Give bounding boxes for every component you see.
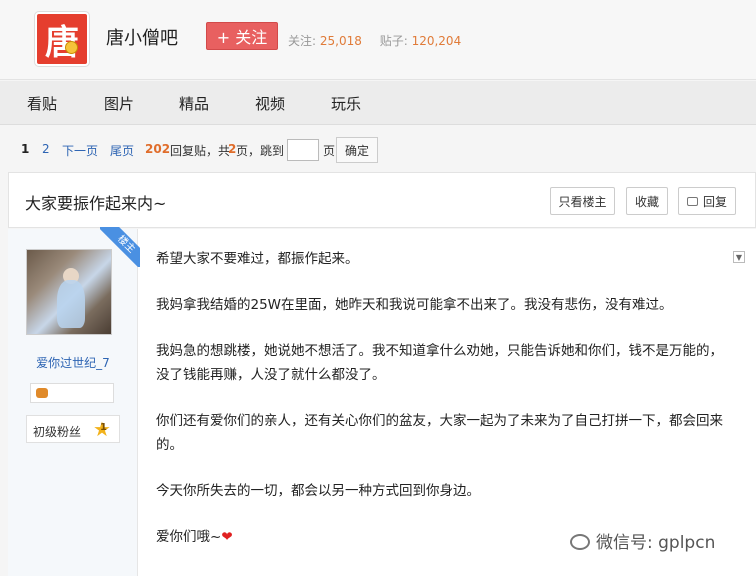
page-jump-input[interactable]: [287, 139, 319, 161]
next-page-link[interactable]: 下一页: [62, 142, 98, 159]
forum-header: 唐 唐小僧吧 + 关注 关注: 25,018 贴子: 120,204: [0, 0, 756, 80]
level-title: 初级粉丝: [33, 425, 82, 439]
post-content: 希望大家不要难过，都振作起来。 我妈拿我结婚的25W在里面，她昨天和我说可能拿不…: [156, 247, 736, 571]
post-paragraph: 今天你所失去的一切，都会以另一种方式回到你身边。: [156, 483, 480, 499]
confirm-button[interactable]: 确定: [336, 137, 378, 163]
forum-stats: 关注: 25,018 贴子: 120,204: [288, 32, 475, 49]
reply-icon: [686, 196, 698, 206]
follow-button[interactable]: + 关注: [206, 22, 278, 50]
forum-name[interactable]: 唐小僧吧: [106, 24, 178, 50]
follow-count-label: 关注:: [288, 34, 317, 48]
page-link-2[interactable]: 2: [42, 142, 50, 156]
nav-tab-fun[interactable]: 玩乐: [331, 93, 361, 114]
avatar-figure: [57, 280, 85, 328]
favorite-button[interactable]: 收藏: [626, 187, 668, 215]
coin-icon: [65, 41, 78, 54]
reply-label: 回复: [702, 194, 727, 209]
level-number: 1: [100, 422, 107, 433]
nav-tab-posts[interactable]: 看贴: [27, 93, 57, 114]
thread-title-bar: 大家要振作起来内~ 只看楼主 收藏 回复: [8, 172, 756, 228]
post-paragraph: 你们还有爱你们的亲人，还有关心你们的盆友，大家一起为了未来为了自己打拼一下，都会…: [156, 413, 723, 453]
post-count: 120,204: [411, 34, 462, 48]
author-column: 爱你过世纪_7 初级粉丝 ★ 1: [8, 229, 138, 576]
last-page-link[interactable]: 尾页: [110, 142, 134, 159]
wechat-icon: [570, 534, 590, 550]
reply-count-text: 回复贴，共: [170, 144, 231, 158]
page: 唐 唐小僧吧 + 关注 关注: 25,018 贴子: 120,204 看贴 图片…: [0, 0, 756, 576]
heart-icon: ❤: [221, 529, 233, 545]
post-last-line-text: 爱你们哦~: [156, 529, 222, 545]
follow-count: 25,018: [319, 34, 362, 48]
author-badge-box: [30, 383, 114, 403]
op-ribbon-label: 楼主: [100, 227, 140, 267]
post-floor-1: 爱你过世纪_7 初级粉丝 ★ 1 楼主 ▼ 希望大家不要难过，都振作起来。 我妈…: [8, 227, 756, 576]
jump-to-text: 页，跳到: [236, 144, 285, 158]
wechat-watermark: 微信号: gplpcn: [570, 528, 715, 553]
gamepad-icon: [36, 388, 48, 398]
forum-logo[interactable]: 唐: [35, 12, 89, 66]
only-op-button[interactable]: 只看楼主: [550, 187, 615, 215]
reply-button[interactable]: 回复: [678, 187, 736, 215]
forum-logo-char: 唐: [45, 22, 79, 63]
pager: 1 2 下一页 尾页 202 回复贴，共 2 页，跳到 页 确定: [0, 126, 756, 172]
watermark-text: 微信号: gplpcn: [596, 533, 716, 553]
op-ribbon: 楼主: [100, 227, 140, 267]
post-count-label: 贴子:: [379, 34, 408, 48]
author-name[interactable]: 爱你过世纪_7: [8, 354, 138, 371]
post-paragraph: 希望大家不要难过，都振作起来。: [156, 251, 359, 267]
page-unit: 页: [323, 144, 336, 158]
nav-tab-videos[interactable]: 视频: [255, 93, 285, 114]
current-page: 1: [21, 142, 30, 156]
thread-title: 大家要振作起来内~: [25, 194, 167, 213]
post-paragraph: 我妈急的想跳楼，她说她不想活了。我不知道拿什么劝她，只能告诉她和你们，钱不是万能…: [156, 343, 723, 383]
post-paragraph: 我妈拿我结婚的25W在里面，她昨天和我说可能拿不出来了。我没有悲伤，没有难过。: [156, 297, 673, 313]
level-box: 初级粉丝 ★ 1: [26, 415, 120, 443]
forum-nav: 看贴 图片 精品 视频 玩乐: [0, 81, 756, 125]
nav-tab-images[interactable]: 图片: [104, 93, 134, 114]
nav-tab-featured[interactable]: 精品: [179, 93, 209, 114]
reply-count: 202: [145, 142, 171, 156]
